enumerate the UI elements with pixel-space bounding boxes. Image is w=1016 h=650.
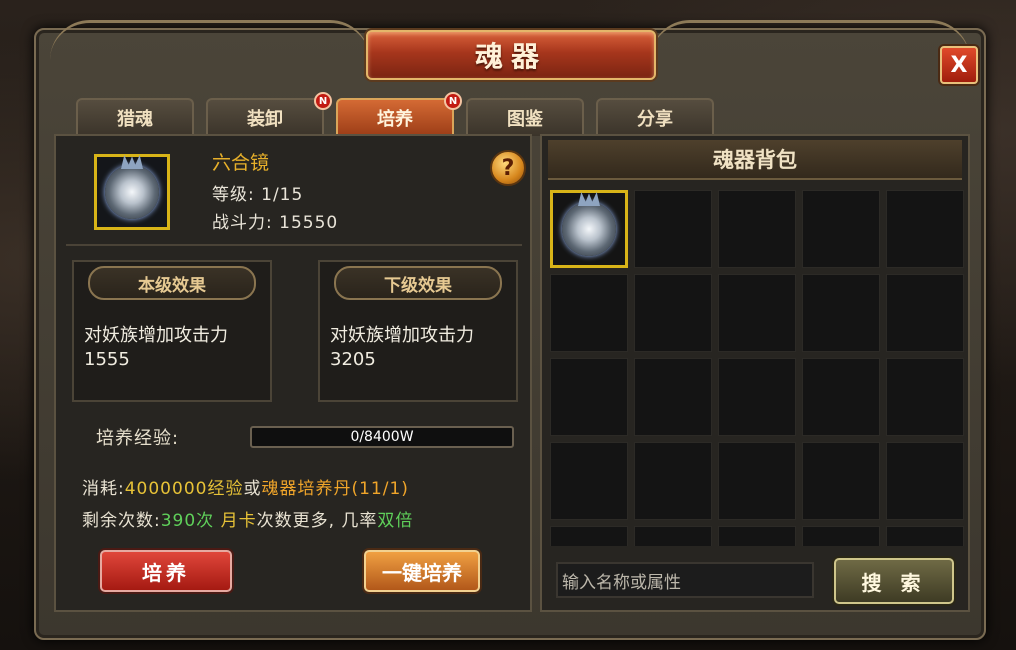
bag-slot[interactable] [802,442,880,520]
remaining-count: 390次 [160,511,215,531]
tab-label: 猎魂 [117,109,153,130]
bag-slot[interactable] [634,442,712,520]
bag-slot[interactable] [886,190,964,268]
question-icon: ? [501,155,515,181]
soul-item-icon [562,202,616,256]
exp-value: 0/8400W [350,429,414,445]
cost-item: 魂器培养丹 [261,479,352,499]
bag-slot[interactable] [802,274,880,352]
current-effect-box: 本级效果 对妖族增加攻击力 1555 [72,260,272,402]
tab-label: 装卸 [247,109,283,130]
item-name: 六合镜 [212,152,270,174]
current-effect-text: 对妖族增加攻击力 1555 [84,324,228,372]
new-badge: N [444,92,462,110]
bag-slot[interactable] [886,274,964,352]
bag-slot[interactable] [718,358,796,436]
tab-share[interactable]: 分享 [596,98,714,136]
effect-value: 3205 [330,349,376,370]
next-effect-text: 对妖族增加攻击力 3205 [330,324,474,372]
tab-codex[interactable]: 图鉴 [466,98,584,136]
tab-label: 分享 [637,109,673,130]
bag-slot[interactable] [802,526,880,546]
bag-slot[interactable] [634,358,712,436]
next-effect-box: 下级效果 对妖族增加攻击力 3205 [318,260,518,402]
remaining-middle: 次数更多, 几率 [256,511,378,531]
bag-slot[interactable] [718,526,796,546]
tab-equip[interactable]: 装卸 [206,98,324,136]
monthly-card-link[interactable]: 月卡 [221,511,257,531]
tab-cultivate[interactable]: 培养 [336,98,454,136]
new-badge: N [314,92,332,110]
bag-slot[interactable] [550,526,628,546]
item-slot-selected[interactable] [94,154,170,230]
cultivate-panel: 六合镜 等级: 1/15 战斗力: 15550 ? 本级效果 对妖族增加攻击力 … [54,134,532,612]
title-plate: 魂器 [366,30,656,80]
search-input[interactable]: 输入名称或属性 [556,562,814,598]
bag-slot[interactable] [550,442,628,520]
soul-item-icon [105,165,159,219]
frame-ornament-left [50,20,370,60]
cost-prefix: 消耗: [82,479,125,499]
cost-count: (11/1) [351,479,409,499]
bag-slot-1[interactable] [550,190,628,268]
bag-slot[interactable] [634,190,712,268]
tab-hunt-soul[interactable]: 猎魂 [76,98,194,136]
frame-ornament-right [650,20,970,60]
close-button[interactable]: X [940,46,978,84]
divider [66,244,522,246]
bag-slot[interactable] [550,358,628,436]
effect-line: 对妖族增加攻击力 [330,325,474,346]
close-icon: X [950,52,968,78]
bag-grid [550,190,966,546]
bag-slot[interactable] [550,274,628,352]
cost-line: 消耗:4000000经验或魂器培养丹(11/1) [82,474,409,499]
remaining-double: 双倍 [377,511,414,531]
dialog-title: 魂器 [474,40,547,73]
tab-label: 图鉴 [507,109,543,130]
bag-title: 魂器背包 [548,140,962,180]
effect-value: 1555 [84,349,130,370]
help-button[interactable]: ? [490,150,526,186]
item-power: 战斗力: 15550 [212,213,339,233]
bag-slot[interactable] [718,190,796,268]
effect-line: 对妖族增加攻击力 [84,325,228,346]
cultivate-button[interactable]: 培养 [100,550,232,592]
item-level: 等级: 1/15 [212,185,304,205]
bag-slot[interactable] [886,358,964,436]
bag-slot[interactable] [718,442,796,520]
bag-slot[interactable] [886,526,964,546]
current-effect-title: 本级效果 [88,266,256,300]
bag-slot[interactable] [802,190,880,268]
search-button[interactable]: 搜 索 [834,558,954,604]
bag-slot[interactable] [718,274,796,352]
next-effect-title: 下级效果 [334,266,502,300]
bag-slot[interactable] [634,526,712,546]
cost-exp: 4000000经验 [124,479,244,499]
soul-bag-panel: 魂器背包 输入名称或属性 搜 索 [540,134,970,612]
remaining-prefix: 剩余次数: [82,511,161,531]
cost-or: 或 [243,479,262,499]
one-click-cultivate-button[interactable]: 一键培养 [364,550,480,592]
tab-label: 培养 [377,109,413,130]
bag-slot[interactable] [886,442,964,520]
exp-label: 培养经验: [96,428,180,449]
bag-slot[interactable] [802,358,880,436]
exp-progress-bar: 0/8400W [250,426,514,448]
bag-slot[interactable] [634,274,712,352]
remaining-line: 剩余次数:390次 月卡次数更多, 几率双倍 [82,506,413,531]
